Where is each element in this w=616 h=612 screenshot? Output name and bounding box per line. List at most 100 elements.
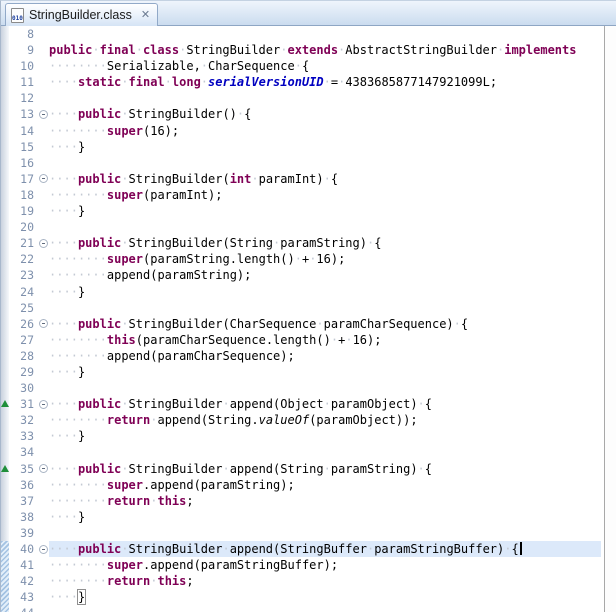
code-text[interactable]: ····public·StringBuilder(String·paramStr… <box>49 235 601 251</box>
whitespace-dot: · <box>63 107 71 122</box>
tab-close-icon[interactable]: ✕ <box>141 9 150 21</box>
code-text[interactable]: ········super(16); <box>49 123 601 139</box>
code-line[interactable]: 25 <box>9 300 604 316</box>
code-text[interactable]: ········this(paramCharSequence.length()·… <box>49 332 601 348</box>
fold-collapse-icon[interactable] <box>38 110 48 120</box>
code-text[interactable]: ····} <box>49 284 601 300</box>
code-token: extends <box>287 43 339 58</box>
code-line[interactable]: 41 ········super.append(paramStringBuffer… <box>9 557 604 573</box>
code-line[interactable]: 36 ········super.append(paramString); <box>9 477 604 493</box>
code-text[interactable] <box>49 380 601 396</box>
code-line[interactable]: 26 ····public·StringBuilder(CharSequence·… <box>9 316 604 332</box>
code-text[interactable]: ········return·this; <box>49 573 601 589</box>
code-line[interactable]: 42 ········return·this; <box>9 573 604 589</box>
code-editor[interactable]: 8 9 public·final·class·StringBuilder·exten… <box>1 26 616 612</box>
code-token: long <box>171 75 201 90</box>
code-line[interactable]: 44 <box>9 605 604 612</box>
code-text[interactable]: ····public·StringBuilder·append(String·p… <box>49 461 601 477</box>
fold-collapse-icon[interactable] <box>38 544 48 554</box>
override-indicator-icon[interactable] <box>1 400 9 408</box>
code-text[interactable]: ····} <box>49 509 601 525</box>
override-indicator-icon[interactable] <box>1 464 9 472</box>
code-lines[interactable]: 8 9 public·final·class·StringBuilder·exten… <box>9 26 604 612</box>
code-text[interactable]: ········super(paramInt); <box>49 187 601 203</box>
tab-stringbuilder-class[interactable]: 010 StringBuilder.class ✕ <box>5 3 159 26</box>
code-text[interactable] <box>49 26 601 42</box>
code-line[interactable]: 17 ····public·StringBuilder(int·paramInt)… <box>9 171 604 187</box>
code-line[interactable]: 43 ····} <box>9 589 604 606</box>
code-text[interactable]: ····public·StringBuilder(CharSequence·pa… <box>49 316 601 332</box>
code-line[interactable]: 9 public·final·class·StringBuilder·extend… <box>9 42 604 58</box>
fold-collapse-icon[interactable] <box>38 238 48 248</box>
fold-collapse-icon[interactable] <box>38 464 48 474</box>
whitespace-dot: · <box>99 413 107 428</box>
whitespace-dot: · <box>99 558 107 573</box>
code-line[interactable]: 14 ········super(16); <box>9 123 604 139</box>
code-text[interactable]: public·final·class·StringBuilder·extends… <box>49 42 601 58</box>
code-text[interactable]: ········super.append(paramString); <box>49 477 601 493</box>
code-text[interactable] <box>49 219 601 235</box>
code-line[interactable]: 15 ····} <box>9 139 604 155</box>
whitespace-dot: · <box>70 252 78 267</box>
code-text[interactable] <box>49 605 601 612</box>
code-line[interactable]: 20 <box>9 219 604 235</box>
code-line[interactable]: 40 ····public·StringBuilder·append(String… <box>9 541 604 558</box>
code-line[interactable]: 23 ········append(paramString); <box>9 267 604 283</box>
code-text[interactable]: ····public·StringBuilder()·{ <box>49 106 601 122</box>
fold-collapse-icon[interactable] <box>38 399 48 409</box>
code-line[interactable]: 11 ····static·final·long·serialVersionUID… <box>9 74 604 90</box>
code-text[interactable] <box>49 444 601 460</box>
code-text[interactable]: ········Serializable,·CharSequence·{ <box>49 58 601 74</box>
code-text[interactable]: ········append(paramString); <box>49 267 601 283</box>
code-text[interactable] <box>49 90 601 106</box>
code-line[interactable]: 33 ····} <box>9 428 604 444</box>
code-text[interactable]: ····public·StringBuilder(int·paramInt)·{ <box>49 171 601 187</box>
code-text[interactable]: ····} <box>49 203 601 219</box>
code-line[interactable]: 21 ····public·StringBuilder(String·paramS… <box>9 235 604 251</box>
whitespace-dot: · <box>63 461 71 476</box>
code-line[interactable]: 30 <box>9 380 604 396</box>
code-line[interactable]: 18 ········super(paramInt); <box>9 187 604 203</box>
fold-collapse-icon[interactable] <box>38 174 48 184</box>
code-text[interactable] <box>49 155 601 171</box>
code-text[interactable] <box>49 300 601 316</box>
overview-ruler[interactable] <box>605 26 616 612</box>
code-text[interactable]: ····} <box>49 428 601 444</box>
code-line[interactable]: 37 ········return·this; <box>9 493 604 509</box>
line-number: 20 <box>20 220 34 235</box>
fold-column <box>37 203 49 219</box>
code-text[interactable]: ····public·StringBuilder·append(StringBu… <box>49 541 601 558</box>
code-line[interactable]: 35 ····public·StringBuilder·append(String… <box>9 461 604 477</box>
code-line[interactable]: 34 <box>9 444 604 460</box>
code-line[interactable]: 27 ········this(paramCharSequence.length(… <box>9 332 604 348</box>
code-text[interactable]: ········super.append(paramStringBuffer); <box>49 557 601 573</box>
code-line[interactable]: 19 ····} <box>9 203 604 219</box>
fold-collapse-icon[interactable] <box>38 319 48 329</box>
code-text[interactable]: ········return·this; <box>49 493 601 509</box>
code-text[interactable]: ········super(paramString.length()·+·16)… <box>49 251 601 267</box>
code-line[interactable]: 28 ········append(paramCharSequence); <box>9 348 604 364</box>
code-line[interactable]: 12 <box>9 90 604 106</box>
code-text[interactable]: ····public·StringBuilder·append(Object·p… <box>49 396 601 412</box>
code-token: class <box>142 43 180 58</box>
code-line[interactable]: 31 ····public·StringBuilder·append(Object… <box>9 396 604 412</box>
code-line[interactable]: 10 ········Serializable,·CharSequence·{ <box>9 58 604 74</box>
code-text[interactable]: ········append(paramCharSequence); <box>49 348 601 364</box>
code-text[interactable]: ····static·final·long·serialVersionUID·=… <box>49 74 601 90</box>
code-text[interactable] <box>49 525 601 541</box>
code-text[interactable]: ····} <box>49 139 601 155</box>
code-line[interactable]: 8 <box>9 26 604 42</box>
code-token: StringBuilder(String <box>128 236 274 251</box>
code-line[interactable]: 39 <box>9 525 604 541</box>
code-line[interactable]: 29 ····} <box>9 364 604 380</box>
code-line[interactable]: 22 ········super(paramString.length()·+·1… <box>9 251 604 267</box>
code-line[interactable]: 24 ····} <box>9 284 604 300</box>
code-line[interactable]: 16 <box>9 155 604 171</box>
code-text[interactable]: ········return·append(String.valueOf(par… <box>49 412 601 428</box>
code-text[interactable]: ····} <box>49 364 601 380</box>
code-line[interactable]: 13 ····public·StringBuilder()·{ <box>9 106 604 122</box>
code-line[interactable]: 38 ····} <box>9 509 604 525</box>
code-text[interactable]: ····} <box>49 589 601 606</box>
code-line[interactable]: 32 ········return·append(String.valueOf(p… <box>9 412 604 428</box>
line-number: 40 <box>20 542 34 556</box>
